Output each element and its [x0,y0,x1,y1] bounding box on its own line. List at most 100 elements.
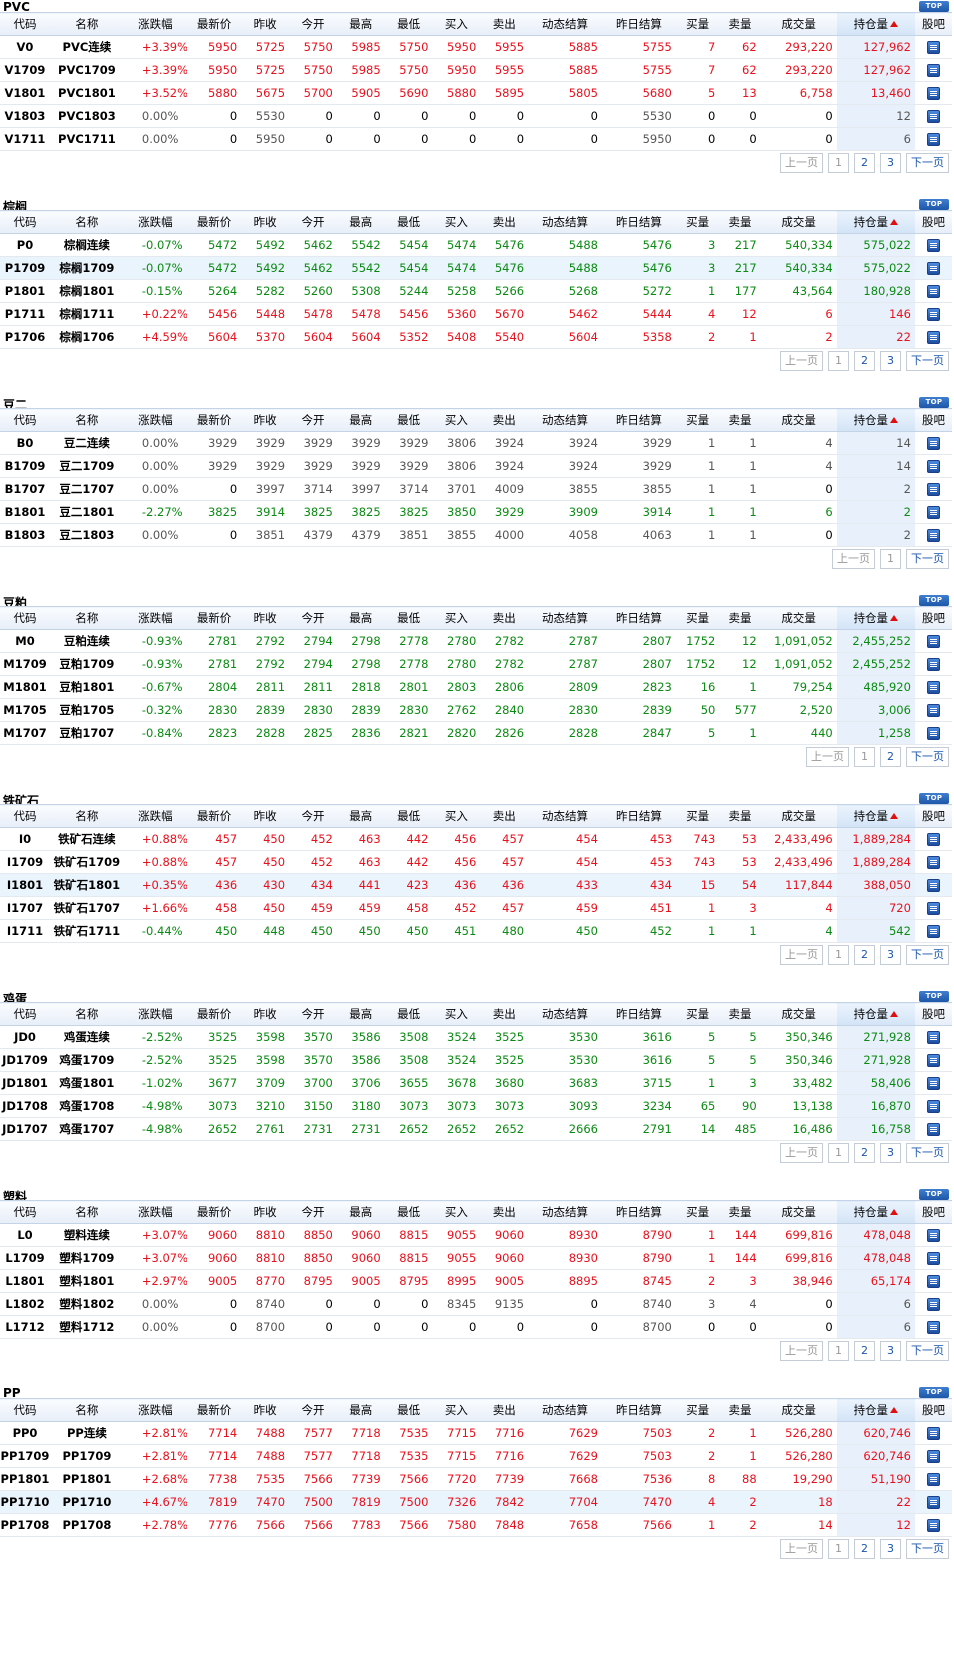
cell-forum[interactable] [914,81,952,105]
cell-forum[interactable] [914,35,952,59]
cell-forum[interactable] [914,1292,952,1316]
forum-icon[interactable] [926,902,940,915]
column-header-open-interest[interactable]: 持仓量 [836,210,915,234]
page-number-button[interactable]: 1 [828,351,849,371]
forum-icon[interactable] [926,727,940,740]
cell-code[interactable]: JD1707 [0,1117,50,1141]
table-row[interactable]: I1801 铁矿石1801 +0.35% 436 430 434 441 423 436 436 4… [0,873,952,897]
forum-icon[interactable] [926,1450,940,1463]
cell-name[interactable]: PP1708 [49,1513,124,1537]
cell-name[interactable]: PVC1709 [49,58,124,82]
forum-icon[interactable] [926,658,940,671]
cell-code[interactable]: M1705 [0,698,50,722]
cell-forum[interactable] [914,256,952,280]
page-number-button[interactable]: 2 [880,747,901,767]
forum-icon[interactable] [926,1123,940,1136]
cell-code[interactable]: PP0 [0,1421,50,1445]
table-row[interactable]: P1706 棕榈1706 +4.59% 5604 5370 5604 5604 5352 540… [0,325,952,349]
forum-icon[interactable] [926,635,940,648]
forum-icon[interactable] [926,133,940,146]
forum-icon[interactable] [926,64,940,77]
next-page-button[interactable]: 下一页 [906,945,949,965]
cell-name[interactable]: 铁矿石1711 [49,919,124,943]
back-to-top-button[interactable]: TOP [919,1189,949,1200]
cell-code[interactable]: JD1709 [0,1048,50,1072]
next-page-button[interactable]: 下一页 [906,747,949,767]
cell-name[interactable]: 棕榈1709 [49,256,124,280]
page-number-button[interactable]: 3 [880,945,901,965]
cell-name[interactable]: PVC1711 [49,127,124,151]
page-number-button[interactable]: 3 [880,153,901,173]
cell-name[interactable]: 塑料1802 [49,1292,124,1316]
cell-code[interactable]: B1709 [0,454,50,478]
column-header-open-interest[interactable]: 持仓量 [836,12,915,36]
page-number-button[interactable]: 2 [854,945,875,965]
cell-forum[interactable] [914,721,952,745]
page-number-button[interactable]: 1 [828,1539,849,1559]
cell-forum[interactable] [914,629,952,653]
column-header-open-interest[interactable]: 持仓量 [836,804,915,828]
cell-code[interactable]: V1709 [0,58,50,82]
cell-forum[interactable] [914,127,952,151]
table-row[interactable]: I0 铁矿石连续 +0.88% 457 450 452 463 442 456 457 454 453… [0,827,952,851]
table-row[interactable]: B1803 豆二1803 0.00% 0 3851 4379 4379 3851 3855 400… [0,523,952,547]
cell-code[interactable]: I1801 [0,873,50,897]
forum-icon[interactable] [926,925,940,938]
cell-forum[interactable] [914,1444,952,1468]
cell-code[interactable]: PP1801 [0,1467,50,1491]
forum-icon[interactable] [926,1496,940,1509]
back-to-top-button[interactable]: TOP [919,793,949,804]
cell-forum[interactable] [914,1246,952,1270]
cell-name[interactable]: PVC连续 [49,35,124,59]
table-row[interactable]: L1802 塑料1802 0.00% 0 8740 0 0 0 8345 9135 0 8740 3 4 0… [0,1292,952,1316]
forum-icon[interactable] [926,308,940,321]
page-number-button[interactable]: 1 [854,747,875,767]
cell-forum[interactable] [914,675,952,699]
prev-page-button[interactable]: 上一页 [832,549,875,569]
table-row[interactable]: M1707 豆粕1707 -0.84% 2823 2828 2825 2836 2821 282… [0,721,952,745]
forum-icon[interactable] [926,41,940,54]
cell-code[interactable]: B0 [0,431,50,455]
table-row[interactable]: I1709 铁矿石1709 +0.88% 457 450 452 463 442 456 457 4… [0,850,952,874]
table-row[interactable]: M0 豆粕连续 -0.93% 2781 2792 2794 2798 2778 2780 2782… [0,629,952,653]
forum-icon[interactable] [926,1054,940,1067]
cell-forum[interactable] [914,850,952,874]
table-row[interactable]: JD1709 鸡蛋1709 -2.52% 3525 3598 3570 3586 3508 35… [0,1048,952,1072]
cell-name[interactable]: 铁矿石连续 [49,827,124,851]
cell-forum[interactable] [914,1269,952,1293]
cell-name[interactable]: PVC1801 [49,81,124,105]
cell-name[interactable]: 棕榈1706 [49,325,124,349]
table-row[interactable]: M1801 豆粕1801 -0.67% 2804 2811 2811 2818 2801 280… [0,675,952,699]
cell-code[interactable]: P1711 [0,302,50,326]
table-row[interactable]: L1709 塑料1709 +3.07% 9060 8810 8850 9060 8815 905… [0,1246,952,1270]
cell-name[interactable]: 豆粕1705 [49,698,124,722]
cell-name[interactable]: PP1710 [49,1490,124,1514]
cell-forum[interactable] [914,279,952,303]
cell-name[interactable]: 豆粕1709 [49,652,124,676]
forum-icon[interactable] [926,1275,940,1288]
cell-name[interactable]: 豆粕1801 [49,675,124,699]
forum-icon[interactable] [926,506,940,519]
cell-code[interactable]: P1801 [0,279,50,303]
page-number-button[interactable]: 1 [880,549,901,569]
table-row[interactable]: L0 塑料连续 +3.07% 9060 8810 8850 9060 8815 9055 9060… [0,1223,952,1247]
cell-name[interactable]: PP1801 [49,1467,124,1491]
cell-code[interactable]: V1803 [0,104,50,128]
table-row[interactable]: PP1801 PP1801 +2.68% 7738 7535 7566 7739 7566 77… [0,1467,952,1491]
cell-name[interactable]: 棕榈连续 [49,233,124,257]
prev-page-button[interactable]: 上一页 [780,351,823,371]
cell-code[interactable]: JD1801 [0,1071,50,1095]
forum-icon[interactable] [926,87,940,100]
cell-forum[interactable] [914,1513,952,1537]
next-page-button[interactable]: 下一页 [906,153,949,173]
cell-forum[interactable] [914,1421,952,1445]
forum-icon[interactable] [926,285,940,298]
forum-icon[interactable] [926,331,940,344]
cell-code[interactable]: M1707 [0,721,50,745]
page-number-button[interactable]: 3 [880,1539,901,1559]
cell-forum[interactable] [914,523,952,547]
cell-name[interactable]: 鸡蛋1709 [49,1048,124,1072]
prev-page-button[interactable]: 上一页 [780,1341,823,1361]
cell-name[interactable]: 鸡蛋1707 [49,1117,124,1141]
forum-icon[interactable] [926,1100,940,1113]
